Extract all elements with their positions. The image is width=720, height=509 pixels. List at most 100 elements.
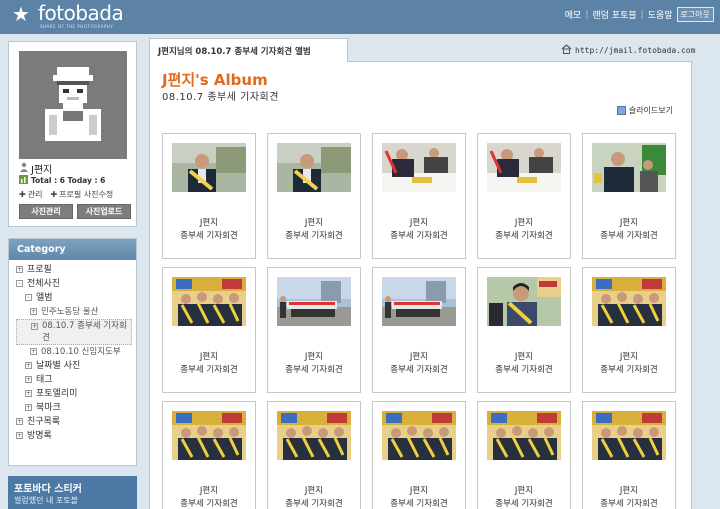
photo-card[interactable]: J편지 종부세 기자회견	[267, 267, 361, 393]
album-title: J편지's Album	[162, 71, 268, 89]
photo-caption[interactable]: 종부세 기자회견	[268, 363, 360, 375]
username[interactable]: J편지	[31, 161, 52, 176]
photo-caption[interactable]: 종부세 기자회견	[373, 363, 465, 375]
photo-thumbnail[interactable]	[172, 411, 246, 460]
album-panel: J편지's Album 08.10.7 종부세 기자회견 슬라이드보기 J편지 종…	[149, 61, 692, 509]
photo-card[interactable]: J편지 종부세 기자회견	[582, 401, 676, 509]
upload-photos-button[interactable]: 사진업로드	[77, 204, 131, 219]
logo-tagline: SHARE OF THE PHOTOGRAPHY	[40, 24, 114, 29]
photo-caption[interactable]: 종부세 기자회견	[583, 497, 675, 509]
photo-card[interactable]: J편지 종부세 기자회견	[267, 133, 361, 259]
photo-caption[interactable]: 종부세 기자회견	[478, 229, 570, 241]
category-item[interactable]: + 포토앨리미	[16, 387, 136, 401]
photo-thumbnail[interactable]	[487, 277, 561, 326]
manage-photos-button[interactable]: 사진관리	[19, 204, 73, 219]
photo-card[interactable]: J편지 종부세 기자회견	[582, 267, 676, 393]
photo-card[interactable]: J편지 종부세 기자회견	[162, 401, 256, 509]
visit-stats: Total : 6 Today : 6	[19, 175, 105, 186]
sticker-banner[interactable]: 포토바다 스티커 썰렁했던 내 포토블	[8, 476, 137, 509]
photo-thumbnail[interactable]	[277, 143, 351, 192]
album-tab[interactable]: J편지님의 08.10.7 종부세 기자회견 앨범	[149, 38, 348, 62]
photo-thumbnail[interactable]	[382, 411, 456, 460]
manage-link-label: 관리	[27, 190, 43, 199]
logout-button[interactable]: 로그아웃	[676, 7, 714, 22]
profile-buttons: 사진관리 사진업로드	[19, 204, 131, 219]
photo-card[interactable]: J편지 종부세 기자회견	[372, 267, 466, 393]
photo-thumbnail[interactable]	[277, 411, 351, 460]
photo-card[interactable]: J편지 종부세 기자회견	[372, 401, 466, 509]
category-item[interactable]: + 방명록	[16, 429, 136, 443]
photo-thumbnail[interactable]	[592, 411, 666, 460]
photo-thumbnail[interactable]	[172, 277, 246, 326]
category-item-label: 프로필	[27, 265, 52, 275]
expand-icon[interactable]: +	[31, 323, 38, 330]
photo-card[interactable]: J편지 종부세 기자회견	[372, 133, 466, 259]
expand-icon[interactable]: +	[25, 362, 32, 369]
blog-url-text: http://jmail.fotobada.com	[575, 45, 696, 55]
category-heading: Category	[9, 239, 136, 260]
photo-thumbnail[interactable]	[382, 143, 456, 192]
category-item[interactable]: +08.10.7 종부세 기자회견	[16, 319, 132, 345]
expand-icon[interactable]: +	[25, 376, 32, 383]
category-item-label: 전체사진	[27, 279, 61, 289]
blog-url[interactable]: http://jmail.fotobada.com	[561, 44, 695, 56]
sticker-subtitle: 썰렁했던 내 포토블	[14, 496, 78, 505]
photo-caption[interactable]: 종부세 기자회견	[583, 363, 675, 375]
nav-random-photoblog[interactable]: 랜덤 포토블	[592, 8, 636, 21]
photo-author: J편지	[199, 352, 219, 362]
edit-photo-link-label: 프로필 사진수정	[59, 190, 114, 199]
photo-card[interactable]: J편지 종부세 기자회견	[582, 133, 676, 259]
expand-icon[interactable]: +	[25, 390, 32, 397]
photo-thumbnail[interactable]	[277, 277, 351, 326]
collapse-icon[interactable]: -	[25, 294, 32, 301]
expand-icon[interactable]: +	[25, 404, 32, 411]
photo-caption[interactable]: 종부세 기자회견	[163, 497, 255, 509]
username-row: J편지	[19, 161, 52, 176]
nav-memo[interactable]: 메모	[565, 8, 582, 21]
photo-thumbnail[interactable]	[487, 143, 561, 192]
photo-card[interactable]: J편지 종부세 기자회견	[477, 133, 571, 259]
expand-icon[interactable]: +	[16, 418, 23, 425]
expand-icon[interactable]: +	[30, 308, 37, 315]
expand-icon[interactable]: +	[30, 348, 37, 355]
photo-caption[interactable]: 종부세 기자회견	[478, 363, 570, 375]
photo-thumbnail[interactable]	[592, 143, 666, 192]
photo-caption[interactable]: 종부세 기자회견	[268, 497, 360, 509]
photo-card[interactable]: J편지 종부세 기자회견	[162, 267, 256, 393]
photo-caption[interactable]: 종부세 기자회견	[373, 497, 465, 509]
photo-thumbnail[interactable]	[592, 277, 666, 326]
edit-photo-link[interactable]: ✚ 프로필 사진수정	[50, 189, 113, 200]
photo-card[interactable]: J편지 종부세 기자회견	[267, 401, 361, 509]
photo-card[interactable]: J편지 종부세 기자회견	[477, 267, 571, 393]
category-item[interactable]: +08.10.10 신임지도부	[16, 345, 136, 359]
slideshow-link[interactable]: 슬라이드보기	[616, 105, 673, 116]
photo-caption[interactable]: 종부세 기자회견	[163, 229, 255, 241]
manage-link[interactable]: ✚ 관리	[19, 189, 42, 200]
logo-text: fotobada	[38, 1, 124, 25]
category-item[interactable]: + 민주노동당 울산	[16, 305, 136, 319]
photo-caption[interactable]: 종부세 기자회견	[373, 229, 465, 241]
category-item[interactable]: + 친구목록	[16, 415, 136, 429]
photo-caption[interactable]: 종부세 기자회견	[163, 363, 255, 375]
slideshow-icon	[616, 106, 626, 115]
nav-separator: |	[640, 9, 644, 20]
photo-caption[interactable]: 종부세 기자회견	[583, 229, 675, 241]
expand-icon[interactable]: +	[16, 266, 23, 273]
photo-card[interactable]: J편지 종부세 기자회견	[162, 133, 256, 259]
photo-card[interactable]: J편지 종부세 기자회견	[477, 401, 571, 509]
category-item[interactable]: + 프로필	[16, 263, 136, 277]
category-item[interactable]: - 앨범	[16, 291, 136, 305]
photo-caption[interactable]: 종부세 기자회견	[268, 229, 360, 241]
category-item[interactable]: + 북마크	[16, 401, 136, 415]
photo-thumbnail[interactable]	[172, 143, 246, 192]
photo-author: J편지	[409, 218, 429, 228]
photo-caption[interactable]: 종부세 기자회견	[478, 497, 570, 509]
category-item[interactable]: - 전체사진	[16, 277, 136, 291]
expand-icon[interactable]: +	[16, 432, 23, 439]
photo-thumbnail[interactable]	[487, 411, 561, 460]
collapse-icon[interactable]: -	[16, 280, 23, 287]
category-item[interactable]: + 날짜별 사진	[16, 359, 136, 373]
photo-thumbnail[interactable]	[382, 277, 456, 326]
nav-help[interactable]: 도움말	[648, 8, 673, 21]
category-item[interactable]: + 태그	[16, 373, 136, 387]
